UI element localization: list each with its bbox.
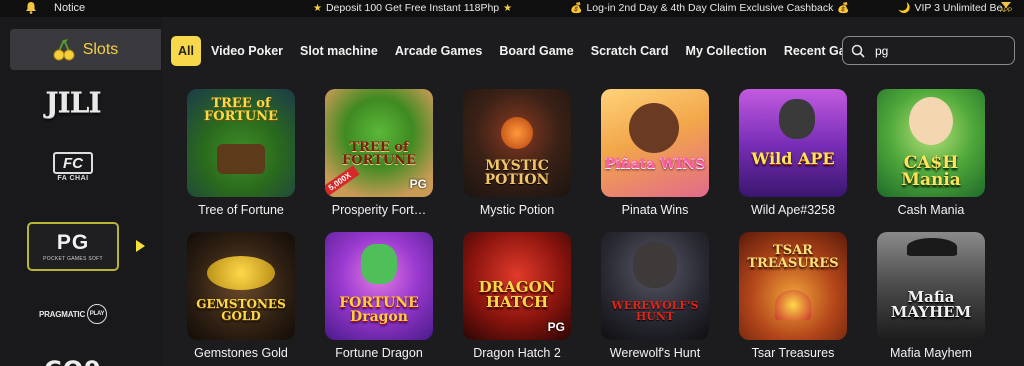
character-face: [909, 97, 953, 145]
game-card[interactable]: FORTUNE Dragon Fortune Dragon: [325, 232, 433, 360]
pragmatic-logo-text: PRAGMATIC: [38, 309, 86, 319]
tab-my-collection[interactable]: My Collection: [686, 44, 767, 58]
pg-logo-text: POCKET GAMES SOFT: [43, 256, 103, 262]
pragmatic-play-badge: PLAY: [87, 304, 108, 324]
game-thumbnail: TREE of FORTUNE 5,000X PG: [325, 89, 433, 197]
category-tabs: All Video Poker Slot machine Arcade Game…: [171, 36, 881, 66]
werewolf-head: [633, 242, 677, 288]
bell-icon: [26, 2, 36, 14]
notice-message: 🌙 VIP 3 Unlimited Be: [898, 2, 1003, 14]
tab-all[interactable]: All: [171, 36, 201, 66]
game-thumbnail: Piñata WINS: [601, 89, 709, 197]
game-card[interactable]: Piñata WINS Pinata Wins: [601, 89, 709, 217]
sidebar-item-label: Slots: [82, 40, 119, 58]
provider-cq9[interactable]: CQ9: [27, 356, 119, 366]
provider-fachai[interactable]: FC FA CHAI: [27, 150, 119, 184]
game-card[interactable]: Wild APE Wild Ape#3258: [739, 89, 847, 217]
game-name: Tree of Fortune: [198, 203, 284, 217]
tab-arcade-games[interactable]: Arcade Games: [395, 44, 483, 58]
gold-pile: [207, 256, 275, 290]
notice-label: Notice: [54, 2, 86, 14]
notice-message: ★ Deposit 100 Get Free Instant 118Php ★: [313, 2, 513, 14]
game-name: Cash Mania: [897, 203, 965, 217]
character-hair: [629, 103, 679, 153]
game-name: Wild Ape#3258: [750, 203, 836, 217]
game-card[interactable]: DRAGON HATCH PG Dragon Hatch 2: [463, 232, 571, 360]
game-card[interactable]: MYSTIC POTION Mystic Potion: [463, 89, 571, 217]
selected-arrow-icon: [136, 240, 145, 252]
notice-message: 💰 Log-in 2nd Day & 4th Day Claim Exclusi…: [570, 2, 850, 14]
money-bag-icon: 💰: [837, 2, 850, 14]
search-box[interactable]: [842, 36, 1015, 65]
game-name: Werewolf's Hunt: [609, 346, 701, 360]
tab-video-poker[interactable]: Video Poker: [211, 44, 283, 58]
game-card[interactable]: TREE of FORTUNE 5,000X PG Prosperity For…: [325, 89, 433, 217]
pg-tag: PG: [547, 320, 565, 334]
provider-pragmatic-play[interactable]: PRAGMATIC PLAY: [27, 299, 119, 329]
potion-flask: [501, 117, 533, 149]
game-card[interactable]: WEREWOLF'S HUNT Werewolf's Hunt: [601, 232, 709, 360]
fachai-logo-text: FA CHAI: [57, 175, 89, 182]
ape-head: [779, 99, 815, 139]
game-name: Tsar Treasures: [751, 346, 835, 360]
star-icon: ★: [313, 2, 322, 14]
moon-icon: 🌙: [898, 2, 911, 14]
game-thumbnail: Mafia MAYHEM: [877, 232, 985, 340]
game-thumbnail: TREE of FORTUNE: [187, 89, 295, 197]
tab-board-game[interactable]: Board Game: [499, 44, 573, 58]
search-icon: [851, 44, 865, 58]
pg-logo: PG: [56, 231, 90, 254]
game-thumbnail: TSAR TREASURES: [739, 232, 847, 340]
crown: [775, 290, 811, 320]
casino-lobby: Notice ★ Deposit 100 Get Free Instant 11…: [0, 0, 1024, 366]
notice-bar: Notice ★ Deposit 100 Get Free Instant 11…: [0, 0, 1024, 17]
game-card[interactable]: GEMSTONES GOLD Gemstones Gold: [187, 232, 295, 360]
tab-slot-machine[interactable]: Slot machine: [300, 44, 378, 58]
game-thumbnail: CA$H Mania: [877, 89, 985, 197]
provider-jili[interactable]: JILI: [27, 86, 119, 119]
multiplier-ribbon: 5,000X: [325, 165, 360, 197]
game-card[interactable]: TSAR TREASURES Tsar Treasures: [739, 232, 847, 360]
money-bag-icon: 💰: [570, 2, 583, 14]
game-name: Mystic Potion: [479, 203, 555, 217]
provider-pg-soft[interactable]: PG POCKET GAMES SOFT: [27, 222, 119, 271]
game-name: Dragon Hatch 2: [473, 346, 561, 360]
game-card[interactable]: CA$H Mania Cash Mania: [877, 89, 985, 217]
game-thumbnail: DRAGON HATCH PG: [463, 232, 571, 340]
pg-tag: PG: [409, 177, 427, 191]
search-input[interactable]: [875, 43, 1005, 58]
game-thumbnail: Wild APE: [739, 89, 847, 197]
game-thumbnail: WEREWOLF'S HUNT: [601, 232, 709, 340]
game-name: Fortune Dragon: [335, 346, 423, 360]
game-name: Gemstones Gold: [194, 346, 288, 360]
star-icon: ★: [503, 2, 513, 14]
game-name: Mafia Mayhem: [890, 346, 972, 360]
game-card[interactable]: Mafia MAYHEM Mafia Mayhem: [877, 232, 985, 360]
game-thumbnail: GEMSTONES GOLD: [187, 232, 295, 340]
provider-sidebar: Slots JILI FC FA CHAI PG POCKET GAMES SO…: [0, 17, 162, 366]
app-download-button[interactable]: APP: [995, 0, 1017, 17]
game-thumbnail: FORTUNE Dragon: [325, 232, 433, 340]
sidebar-item-slots[interactable]: Slots: [10, 29, 161, 70]
game-name: Pinata Wins: [621, 203, 689, 217]
tree-trunk: [217, 144, 265, 174]
game-card[interactable]: TREE of FORTUNE Tree of Fortune: [187, 89, 295, 217]
game-thumbnail: MYSTIC POTION: [463, 89, 571, 197]
game-name: Prosperity Fort…: [331, 203, 427, 217]
dragon-head: [361, 244, 397, 284]
cherry-icon: [53, 38, 75, 60]
fachai-logo: FC: [53, 152, 93, 174]
fedora-hat: [907, 238, 957, 256]
tab-scratch-card[interactable]: Scratch Card: [591, 44, 669, 58]
